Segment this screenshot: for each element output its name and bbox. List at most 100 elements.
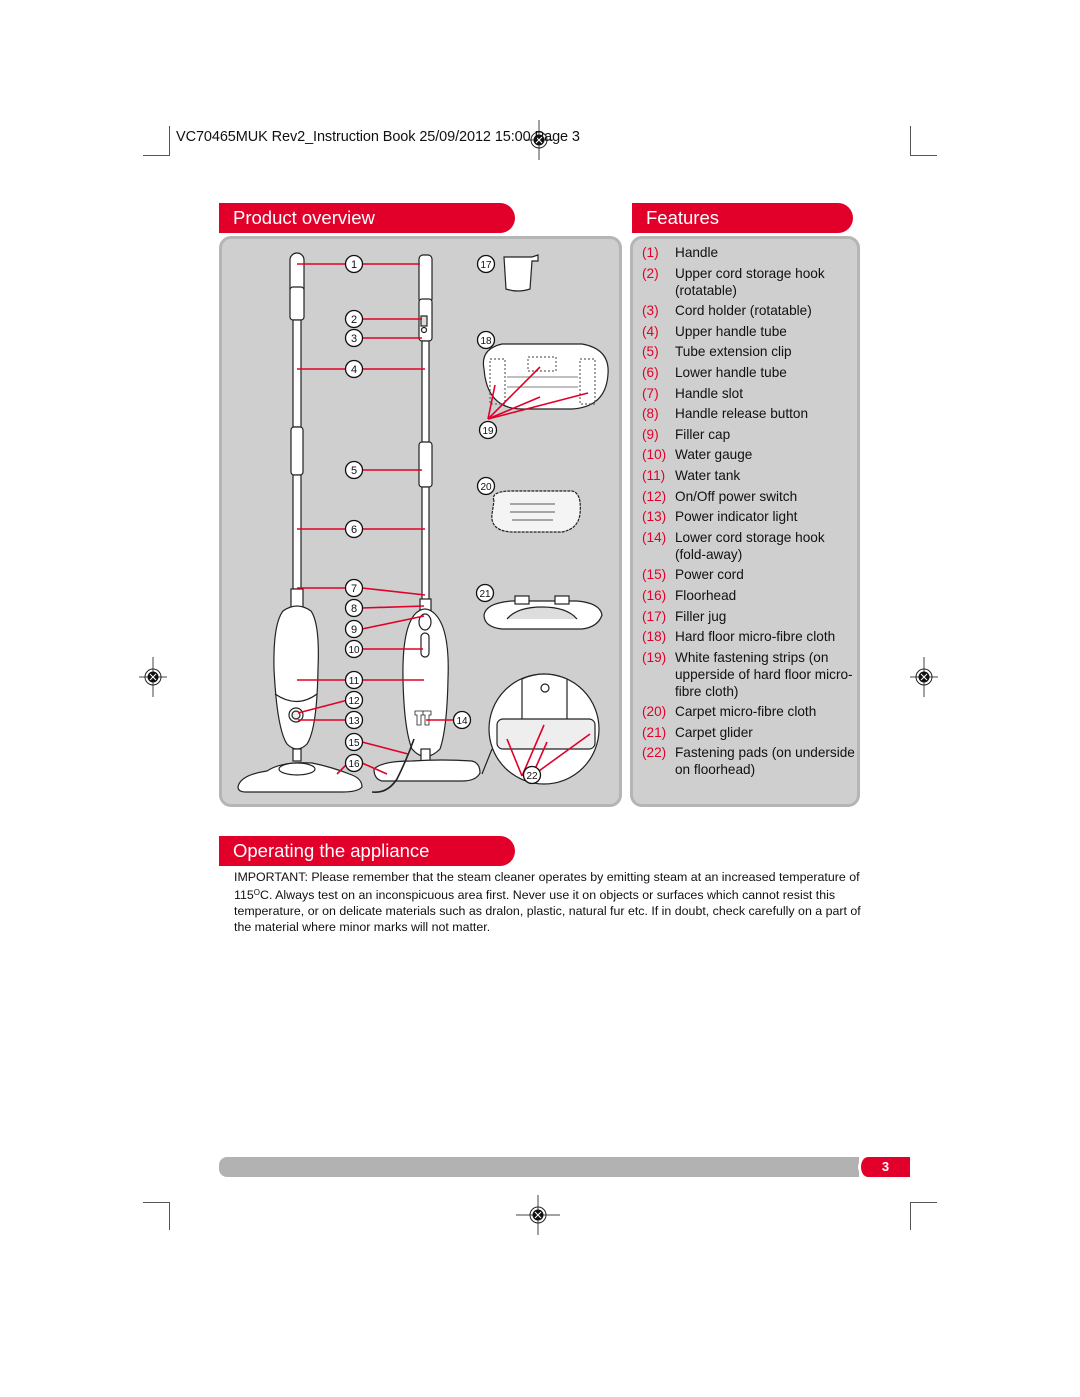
crop-mark-top-right-h [911,155,937,156]
feature-label: Power cord [675,567,744,583]
callout-number: 8 [351,603,357,615]
feature-item: (9) Filler cap [642,426,858,443]
left-upper-tube [292,319,302,428]
feature-label: Floorhead [675,587,737,603]
feature-item: (13) Power indicator light [642,508,858,525]
feature-label: Handle [675,245,719,260]
callout-number: 6 [351,524,357,536]
feature-label: Filler jug [675,608,727,624]
feature-item: (16) Floorhead [642,587,858,604]
feature-number: (15) [642,567,667,583]
product-diagram: 12345678910111213 141516171819202122 [237,252,609,794]
feature-label: Carpet micro-fibre cloth [675,704,817,720]
feature-label: Fastening pads (on underside on floorhea… [675,745,855,778]
feature-label: Carpet glider [675,724,753,740]
feature-number: (8) [642,406,659,422]
feature-number: (19) [642,649,667,665]
feature-number: (17) [642,608,667,624]
feature-label: Handle slot [675,385,744,401]
section-title-product-overview: Product overview [219,203,515,233]
feature-item: (18) Hard floor micro-fibre cloth [642,628,858,645]
feature-number: (18) [642,629,667,645]
right-water-gauge [420,632,430,658]
print-header: VC70465MUK Rev2_Instruction Book 25/09/2… [176,129,580,145]
crop-mark-top-left-v [169,126,170,156]
feature-label: Filler cap [675,426,731,442]
feature-label: Cord holder (rotatable) [675,303,812,319]
feature-label: Upper cord storage hook (rotatable) [675,265,825,298]
feature-number: (16) [642,587,667,603]
right-tube-clip [418,441,433,488]
feature-label: Upper handle tube [675,323,787,339]
left-tube-clip [290,426,304,476]
callout-number: 9 [351,624,357,636]
callout-number: 11 [349,676,360,687]
feature-item: (2) Upper cord storage hook (rotatable) [642,265,858,299]
crop-mark-top-right-v [910,126,911,156]
important-notice: IMPORTANT: Please remember that the stea… [234,869,864,935]
notice-text-part-2: C. Always test on an inconspicuous area … [234,888,861,934]
feature-label: Hard floor micro-fibre cloth [675,629,836,645]
crop-mark-top-left-h [143,155,169,156]
right-upper-tube [421,340,430,445]
feature-number: (5) [642,344,659,360]
feature-item: (12) On/Off power switch [642,488,858,505]
feature-item: (3) Cord holder (rotatable) [642,302,858,319]
feature-label: Lower cord storage hook (fold-away) [675,529,825,562]
section-title-operating: Operating the appliance [219,836,515,866]
right-handle-grip [418,254,433,304]
right-cord-hook [420,315,428,327]
callout-number: 22 [526,771,538,782]
feature-item: (15) Power cord [642,566,858,583]
feature-number: (11) [642,467,666,483]
feature-number: (7) [642,385,659,401]
crop-mark-bottom-right-v [910,1202,911,1230]
left-lower-tube [292,474,302,590]
feature-item: (8) Handle release button [642,405,858,422]
feature-item: (11) Water tank [642,467,858,484]
callout-number: 1 [351,259,357,271]
feature-item: (6) Lower handle tube [642,364,858,381]
footer-bar [219,1157,859,1177]
feature-number: (12) [642,488,667,504]
crop-mark-bottom-right-h [911,1202,937,1203]
feature-number: (9) [642,426,659,442]
feature-item: (7) Handle slot [642,385,858,402]
callout-number: 13 [348,716,360,727]
feature-item: (10) Water gauge [642,446,858,463]
registration-mark-icon [139,657,167,697]
feature-item: (22) Fastening pads (on underside on floo… [642,744,858,778]
section-title-features: Features [632,203,853,233]
feature-label: Tube extension clip [675,344,792,360]
feature-number: (2) [642,265,659,281]
callout-number: 12 [348,696,360,707]
feature-number: (10) [642,447,667,463]
callout-number: 5 [351,465,357,477]
filler-jug [503,254,539,292]
feature-number: (13) [642,509,667,525]
callout-number: 16 [348,759,360,770]
callout-number: 15 [348,738,360,749]
callout-number: 14 [456,716,468,727]
left-handle-sleeve [289,286,305,321]
callout-number: 7 [351,583,357,595]
left-body [273,605,319,750]
feature-item: (17) Filler jug [642,608,858,625]
page-number-badge: 3 [858,1157,910,1177]
callout-number: 18 [480,336,492,347]
feature-label: On/Off power switch [675,488,798,504]
callout-number: 10 [348,645,360,656]
feature-label: Water gauge [675,447,753,463]
callout-number: 21 [479,589,491,600]
registration-mark-icon [516,1195,560,1235]
registration-mark-icon [910,657,938,697]
feature-label: Power indicator light [675,509,798,525]
feature-number: (4) [642,323,659,339]
right-lower-tube [421,486,430,603]
feature-label: Handle release button [675,406,809,422]
feature-label: White fastening strips (on upperside of … [675,649,853,699]
feature-item: (5) Tube extension clip [642,343,858,360]
feature-number: (1) [642,245,659,260]
feature-item: (1) Handle [642,244,858,261]
callout-number: 17 [480,260,492,271]
